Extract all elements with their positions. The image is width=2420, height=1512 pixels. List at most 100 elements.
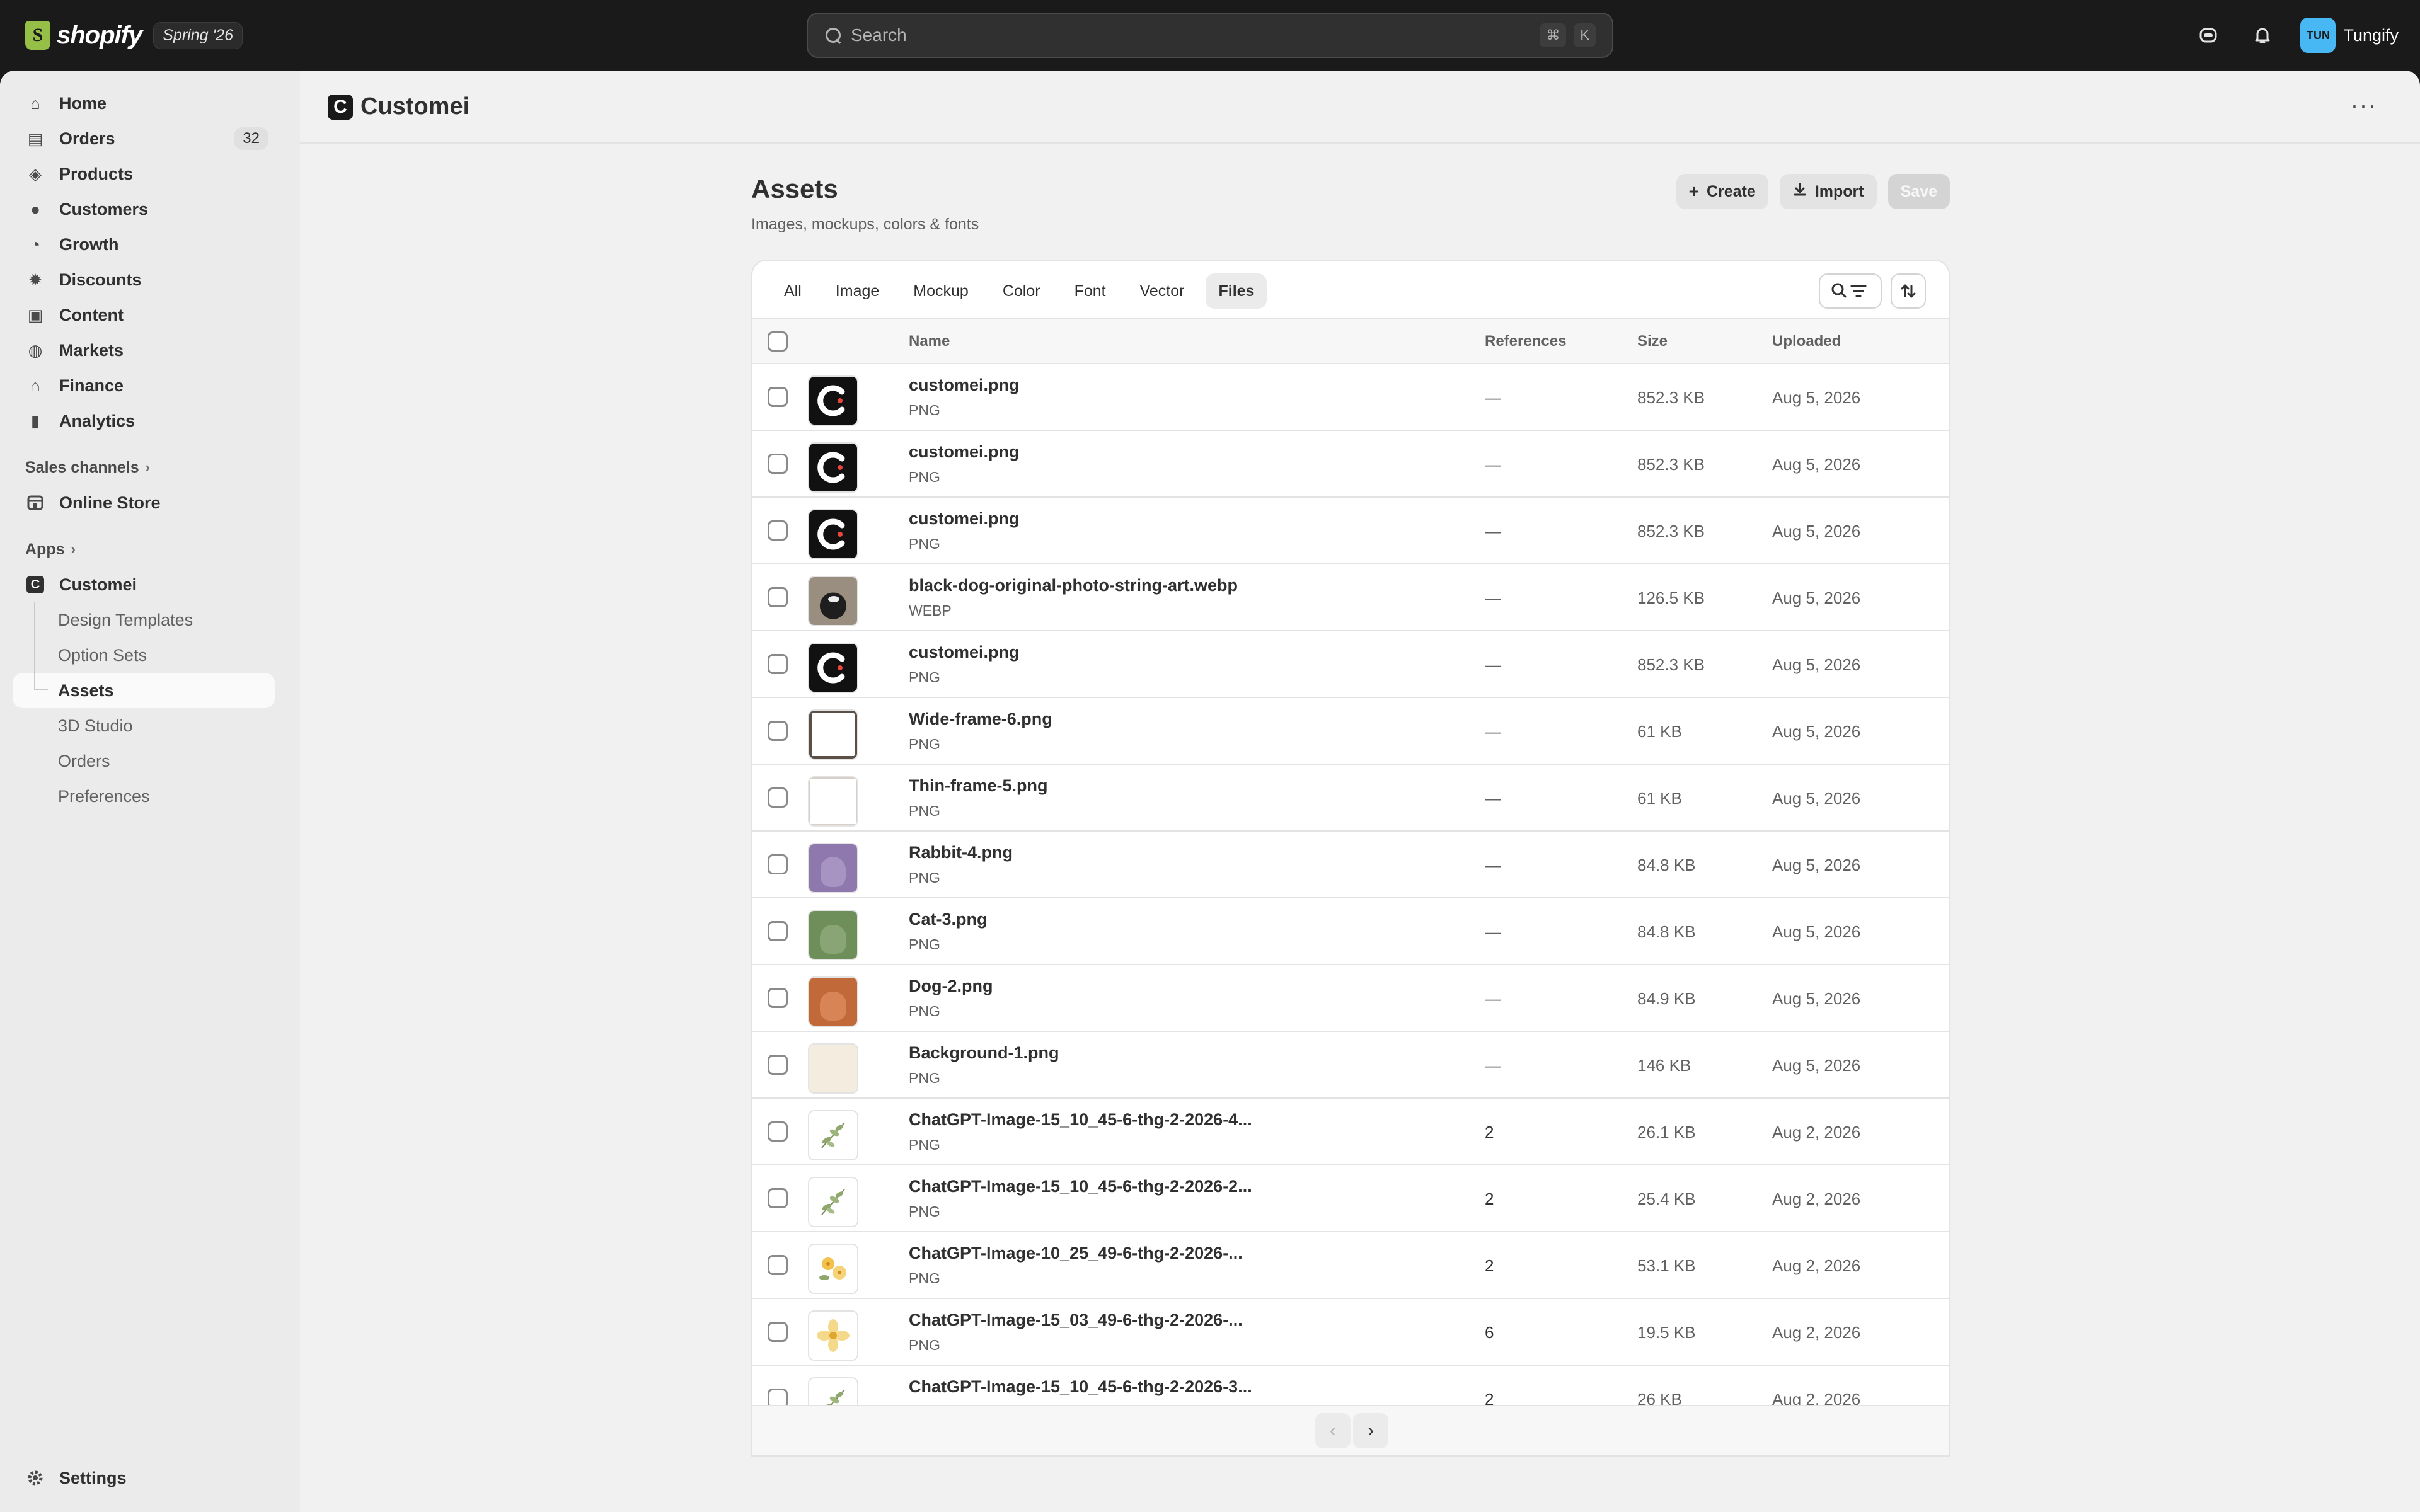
plus-icon: + xyxy=(1688,181,1699,201)
file-size: 126.5 KB xyxy=(1637,588,1705,607)
file-name[interactable]: customei.png xyxy=(909,643,1020,662)
row-checkbox[interactable] xyxy=(768,921,788,941)
row-checkbox[interactable] xyxy=(768,721,788,741)
edition-badge: Spring '26 xyxy=(153,21,243,49)
select-all-checkbox[interactable] xyxy=(768,331,788,352)
sidebar-item-products[interactable]: ◈ Products xyxy=(13,156,275,192)
file-name[interactable]: Thin-frame-5.png xyxy=(909,776,1048,796)
sidebar-item-online-store[interactable]: Online Store xyxy=(13,485,275,520)
table-row[interactable]: customei.png PNG — 852.3 KB Aug 5, 2026 xyxy=(752,431,1949,498)
row-checkbox[interactable] xyxy=(768,1188,788,1208)
row-checkbox[interactable] xyxy=(768,1255,788,1275)
notification-bell-icon[interactable] xyxy=(2244,16,2281,54)
table-row[interactable]: ChatGPT-Image-15_10_45-6-thg-2-2026-2...… xyxy=(752,1166,1949,1232)
row-checkbox[interactable] xyxy=(768,988,788,1008)
more-actions-icon[interactable]: ··· xyxy=(2351,92,2377,118)
sidebar-item-customers[interactable]: ● Customers xyxy=(13,192,275,227)
import-button[interactable]: Import xyxy=(1779,174,1877,209)
sidebar-item-analytics[interactable]: ▮ Analytics xyxy=(13,403,275,438)
table-row[interactable]: black-dog-original-photo-string-art.webp… xyxy=(752,564,1949,631)
row-checkbox[interactable] xyxy=(768,788,788,808)
sidebar-item-home[interactable]: ⌂ Home xyxy=(13,86,275,121)
next-page-button[interactable]: › xyxy=(1353,1413,1388,1448)
row-checkbox[interactable] xyxy=(768,654,788,674)
row-checkbox[interactable] xyxy=(768,1055,788,1075)
table-row[interactable]: Cat-3.png PNG — 84.8 KB Aug 5, 2026 xyxy=(752,898,1949,965)
table-row[interactable]: customei.png PNG — 852.3 KB Aug 5, 2026 xyxy=(752,364,1949,431)
file-name[interactable]: Background-1.png xyxy=(909,1043,1059,1063)
row-checkbox[interactable] xyxy=(768,1322,788,1342)
create-button[interactable]: + Create xyxy=(1676,174,1768,209)
table-row[interactable]: ChatGPT-Image-10_25_49-6-thg-2-2026-... P… xyxy=(752,1232,1949,1299)
tab-mockup[interactable]: Mockup xyxy=(901,273,981,309)
sidebar-item-content[interactable]: ▣ Content xyxy=(13,297,275,333)
row-checkbox[interactable] xyxy=(768,454,788,474)
sidebar-subitem-preferences[interactable]: Preferences xyxy=(13,779,275,814)
column-references[interactable]: References xyxy=(1485,333,1566,350)
row-checkbox[interactable] xyxy=(768,387,788,407)
previous-page-button[interactable]: ‹ xyxy=(1315,1413,1351,1448)
file-name[interactable]: ChatGPT-Image-15_10_45-6-thg-2-2026-3... xyxy=(909,1377,1252,1397)
sidebar-subitem-3d-studio[interactable]: 3D Studio xyxy=(13,708,275,743)
column-size[interactable]: Size xyxy=(1637,333,1668,350)
table-row[interactable]: Dog-2.png PNG — 84.9 KB Aug 5, 2026 xyxy=(752,965,1949,1032)
customei-app-icon: C xyxy=(26,576,44,593)
file-name[interactable]: customei.png xyxy=(909,375,1020,395)
file-name[interactable]: ChatGPT-Image-15_10_45-6-thg-2-2026-4... xyxy=(909,1110,1252,1130)
search-filter-button[interactable] xyxy=(1819,273,1882,309)
file-thumbnail xyxy=(808,1043,858,1094)
table-row[interactable]: customei.png PNG — 852.3 KB Aug 5, 2026 xyxy=(752,631,1949,698)
file-name[interactable]: Rabbit-4.png xyxy=(909,843,1013,862)
column-name[interactable]: Name xyxy=(909,333,950,350)
table-row[interactable]: Thin-frame-5.png PNG — 61 KB Aug 5, 2026 xyxy=(752,765,1949,832)
file-name[interactable]: ChatGPT-Image-15_03_49-6-thg-2-2026-... xyxy=(909,1310,1243,1330)
table-row[interactable]: ChatGPT-Image-15_10_45-6-thg-2-2026-4...… xyxy=(752,1099,1949,1166)
table-row[interactable]: Background-1.png PNG — 146 KB Aug 5, 2026 xyxy=(752,1032,1949,1099)
sidebar-item-customei[interactable]: C Customei xyxy=(13,567,275,602)
file-name[interactable]: Dog-2.png xyxy=(909,976,993,996)
file-name[interactable]: ChatGPT-Image-15_10_45-6-thg-2-2026-2... xyxy=(909,1177,1252,1196)
file-name[interactable]: ChatGPT-Image-10_25_49-6-thg-2-2026-... xyxy=(909,1244,1243,1263)
sidebar-item-markets[interactable]: ◍ Markets xyxy=(13,333,275,368)
search-bar[interactable]: Search ⌘ K xyxy=(807,13,1613,58)
tab-files[interactable]: Files xyxy=(1206,273,1267,309)
tab-image[interactable]: Image xyxy=(823,273,892,309)
row-checkbox[interactable] xyxy=(768,587,788,607)
sidekick-icon[interactable] xyxy=(2189,16,2227,54)
sidebar-subitem-option-sets[interactable]: Option Sets xyxy=(13,638,275,673)
sidebar-item-discounts[interactable]: ✹ Discounts xyxy=(13,262,275,297)
tab-font[interactable]: Font xyxy=(1062,273,1119,309)
save-button[interactable]: Save xyxy=(1887,174,1950,209)
tab-color[interactable]: Color xyxy=(990,273,1053,309)
sidebar-item-growth[interactable]: ◔ Growth xyxy=(13,227,275,262)
table-row[interactable]: Wide-frame-6.png PNG — 61 KB Aug 5, 2026 xyxy=(752,698,1949,765)
file-references: — xyxy=(1485,522,1501,541)
file-name[interactable]: customei.png xyxy=(909,442,1020,462)
row-checkbox[interactable] xyxy=(768,854,788,874)
sidebar-item-settings[interactable]: Settings xyxy=(13,1460,275,1496)
file-name[interactable]: Wide-frame-6.png xyxy=(909,709,1052,729)
sidebar-subitem-orders[interactable]: Orders xyxy=(13,743,275,779)
column-uploaded[interactable]: Uploaded xyxy=(1772,333,1841,350)
row-checkbox[interactable] xyxy=(768,1455,788,1457)
file-name[interactable]: customei.png xyxy=(909,509,1020,529)
shopify-logo[interactable]: shopify Spring '26 xyxy=(25,19,243,52)
table-row[interactable]: Rabbit-4.png PNG — 84.8 KB Aug 5, 2026 xyxy=(752,832,1949,898)
store-avatar[interactable]: TUN xyxy=(2300,18,2336,53)
sidebar-item-orders[interactable]: ▤ Orders 32 xyxy=(13,121,275,156)
row-checkbox[interactable] xyxy=(768,520,788,541)
tab-vector[interactable]: Vector xyxy=(1127,273,1197,309)
table-row[interactable]: ChatGPT-Image-15_03_49-6-thg-2-2026-... P… xyxy=(752,1299,1949,1366)
row-checkbox[interactable] xyxy=(768,1121,788,1142)
tab-all[interactable]: All xyxy=(771,273,814,309)
store-name[interactable]: Tungify xyxy=(2343,26,2399,45)
apps-header[interactable]: Apps › xyxy=(13,532,275,567)
table-row[interactable]: customei.png PNG — 852.3 KB Aug 5, 2026 xyxy=(752,498,1949,564)
sidebar-item-finance[interactable]: ⌂ Finance xyxy=(13,368,275,403)
sidebar-subitem-design-templates[interactable]: Design Templates xyxy=(13,602,275,638)
file-name[interactable]: black-dog-original-photo-string-art.webp xyxy=(909,576,1238,595)
sort-button[interactable] xyxy=(1891,273,1926,309)
sidebar-subitem-assets[interactable]: Assets xyxy=(13,673,275,708)
file-name[interactable]: Cat-3.png xyxy=(909,910,988,929)
sales-channels-header[interactable]: Sales channels › xyxy=(13,450,275,485)
